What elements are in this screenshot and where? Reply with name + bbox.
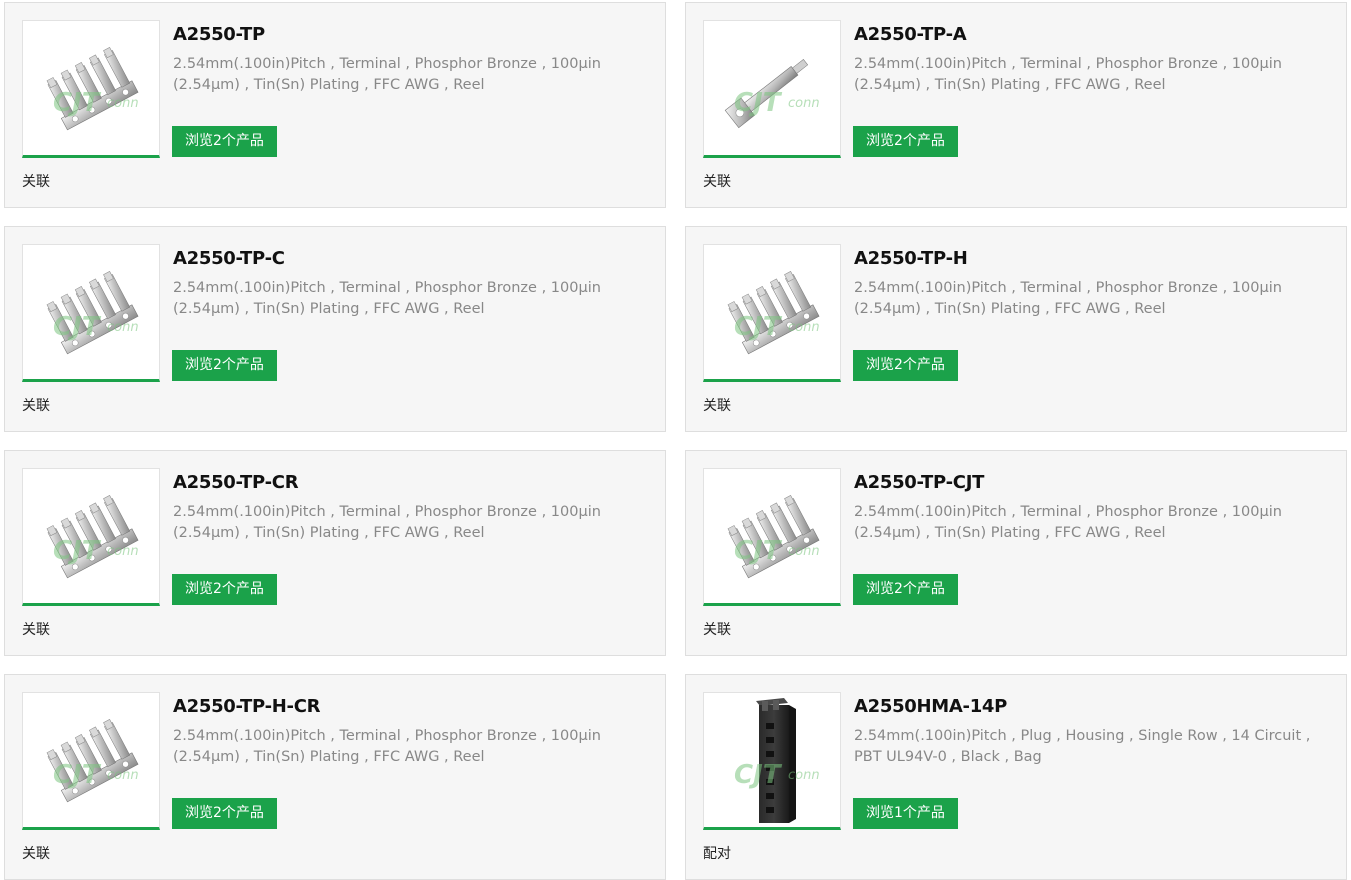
svg-text:CJT: CJT bbox=[734, 536, 783, 566]
product-card: CJT conn A2550-TP-H 2.54mm(.100in)Pitch ,… bbox=[685, 226, 1347, 432]
svg-text:conn: conn bbox=[107, 768, 139, 783]
product-card: CJT conn A2550-TP-CR 2.54mm(.100in)Pitch … bbox=[4, 450, 666, 656]
svg-text:CJT: CJT bbox=[734, 88, 783, 118]
terminal-strip-icon: CJT conn bbox=[727, 271, 820, 355]
product-title[interactable]: A2550-TP-H bbox=[854, 247, 968, 271]
svg-text:conn: conn bbox=[107, 544, 139, 559]
product-image[interactable]: CJT conn bbox=[22, 468, 160, 606]
product-card: CJT conn A2550-TP-CJT 2.54mm(.100in)Pitch… bbox=[685, 450, 1347, 656]
browse-products-button[interactable]: 浏览2个产品 bbox=[172, 350, 277, 381]
product-description: 2.54mm(.100in)Pitch , Terminal , Phospho… bbox=[854, 280, 1282, 317]
svg-text:CJT: CJT bbox=[734, 312, 783, 342]
relation-label: 关联 bbox=[22, 846, 50, 862]
product-description: 2.54mm(.100in)Pitch , Terminal , Phospho… bbox=[854, 504, 1282, 541]
svg-text:conn: conn bbox=[788, 320, 820, 335]
svg-text:conn: conn bbox=[788, 544, 820, 559]
product-card: CJT conn A2550-TP-C 2.54mm(.100in)Pitch ,… bbox=[4, 226, 666, 432]
product-image[interactable]: CJT conn bbox=[22, 20, 160, 158]
terminal-strip-icon: CJT conn bbox=[46, 47, 139, 131]
browse-products-button[interactable]: 浏览2个产品 bbox=[172, 126, 277, 157]
browse-products-button[interactable]: 浏览2个产品 bbox=[853, 126, 958, 157]
product-image[interactable]: CJT conn bbox=[703, 244, 841, 382]
product-description: 2.54mm(.100in)Pitch , Plug , Housing , S… bbox=[854, 728, 1311, 765]
terminal-strip-icon: CJT conn bbox=[46, 495, 139, 579]
product-image[interactable]: CJT conn bbox=[703, 692, 841, 830]
svg-text:CJT: CJT bbox=[53, 312, 102, 342]
svg-text:conn: conn bbox=[788, 96, 820, 111]
svg-text:conn: conn bbox=[107, 96, 139, 111]
relation-label: 关联 bbox=[22, 174, 50, 190]
housing-black-icon: CJT conn bbox=[734, 698, 820, 823]
product-title[interactable]: A2550-TP bbox=[173, 23, 265, 47]
product-title[interactable]: A2550-TP-CJT bbox=[854, 471, 984, 495]
relation-label: 关联 bbox=[703, 174, 731, 190]
product-description: 2.54mm(.100in)Pitch , Terminal , Phospho… bbox=[173, 728, 601, 765]
terminal-strip-icon: CJT conn bbox=[46, 719, 139, 803]
product-image[interactable]: CJT conn bbox=[22, 244, 160, 382]
browse-products-button[interactable]: 浏览2个产品 bbox=[172, 798, 277, 829]
terminal-strip-icon: CJT conn bbox=[727, 495, 820, 579]
terminal-single-icon: CJT conn bbox=[724, 59, 820, 129]
product-title[interactable]: A2550-TP-H-CR bbox=[173, 695, 320, 719]
product-title[interactable]: A2550-TP-A bbox=[854, 23, 967, 47]
product-image[interactable]: CJT conn bbox=[22, 692, 160, 830]
relation-label: 关联 bbox=[22, 622, 50, 638]
product-title[interactable]: A2550HMA-14P bbox=[854, 695, 1007, 719]
terminal-strip-icon: CJT conn bbox=[46, 271, 139, 355]
svg-text:CJT: CJT bbox=[53, 760, 102, 790]
relation-label: 关联 bbox=[22, 398, 50, 414]
svg-text:CJT: CJT bbox=[53, 88, 102, 118]
product-card: CJT conn A2550HMA-14P 2.54mm(.100in)Pitch… bbox=[685, 674, 1347, 880]
product-description: 2.54mm(.100in)Pitch , Terminal , Phospho… bbox=[173, 504, 601, 541]
relation-label: 配对 bbox=[703, 846, 731, 862]
product-title[interactable]: A2550-TP-CR bbox=[173, 471, 299, 495]
product-description: 2.54mm(.100in)Pitch , Terminal , Phospho… bbox=[173, 280, 601, 317]
product-card: CJT conn A2550-TP 2.54mm(.100in)Pitch , T… bbox=[4, 2, 666, 208]
product-title[interactable]: A2550-TP-C bbox=[173, 247, 285, 271]
product-description: 2.54mm(.100in)Pitch , Terminal , Phospho… bbox=[854, 56, 1282, 93]
svg-text:CJT: CJT bbox=[53, 536, 102, 566]
svg-text:conn: conn bbox=[788, 768, 820, 783]
browse-products-button[interactable]: 浏览2个产品 bbox=[853, 350, 958, 381]
browse-products-button[interactable]: 浏览2个产品 bbox=[853, 574, 958, 605]
relation-label: 关联 bbox=[703, 622, 731, 638]
product-image[interactable]: CJT conn bbox=[703, 20, 841, 158]
relation-label: 关联 bbox=[703, 398, 731, 414]
browse-products-button[interactable]: 浏览1个产品 bbox=[853, 798, 958, 829]
product-description: 2.54mm(.100in)Pitch , Terminal , Phospho… bbox=[173, 56, 601, 93]
svg-text:CJT: CJT bbox=[734, 760, 783, 790]
browse-products-button[interactable]: 浏览2个产品 bbox=[172, 574, 277, 605]
product-card: CJT conn A2550-TP-H-CR 2.54mm(.100in)Pitc… bbox=[4, 674, 666, 880]
product-grid: CJT conn A2550-TP 2.54mm(.100in)Pitch , T… bbox=[0, 0, 1351, 880]
product-card: CJT conn A2550-TP-A 2.54mm(.100in)Pitch ,… bbox=[685, 2, 1347, 208]
svg-text:conn: conn bbox=[107, 320, 139, 335]
product-image[interactable]: CJT conn bbox=[703, 468, 841, 606]
